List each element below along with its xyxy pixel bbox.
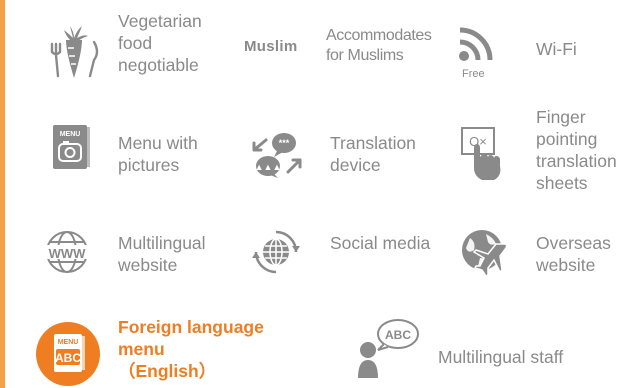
feature-multilingual-staff: ABC Multilingual staff [352, 312, 628, 388]
camera-menu-icon: MENU [52, 124, 90, 170]
abc-menu-icon: MENU ABC [36, 322, 100, 386]
feature-muslim: Muslim Accommodates for Muslims [244, 8, 444, 98]
svg-text:▲▲▲: ▲▲▲ [255, 162, 282, 172]
wifi-icon [456, 24, 496, 64]
feature-wifi: Free Wi-Fi [456, 8, 626, 98]
feature-label: Multilingual staff [438, 347, 564, 367]
feature-multilingual-website: WWW Multilingual website [40, 226, 240, 296]
feature-social-media: Social media [244, 226, 444, 296]
feature-label: Translation device [330, 133, 416, 175]
muslim-text-icon: Muslim [244, 38, 297, 55]
feature-label: Overseas website [536, 233, 611, 275]
translation-chat-icon: *** ▲▲▲ [250, 132, 306, 178]
feature-vegetarian: Vegetarian food negotiable [40, 8, 230, 98]
staff-icon-text: ABC [385, 328, 411, 342]
foreign-menu-label: Foreign language menu [118, 317, 264, 359]
svg-text:***: *** [279, 138, 290, 148]
feature-label-active: Foreign language menu （English） [118, 316, 268, 382]
feature-label: Vegetarian food negotiable [118, 11, 202, 75]
feature-label: Multilingual website [118, 233, 206, 275]
feature-label: Wi-Fi [536, 39, 577, 59]
www-icon-text: WWW [49, 246, 87, 261]
menu-icon-text: MENU [60, 131, 81, 138]
muslim-icon-text: Muslim [244, 38, 298, 55]
feature-overseas-website: Overseas website [456, 226, 628, 296]
foreign-menu-sublabel: （English） [118, 361, 217, 381]
plane-globe-icon [460, 228, 508, 278]
abc-menu-bottom-text: ABC [55, 351, 81, 365]
feature-label: Social media [330, 233, 431, 253]
feature-label: Menu with pictures [118, 133, 198, 175]
accent-bar [0, 0, 5, 388]
staff-speech-icon: ABC [356, 318, 420, 378]
feature-label: Finger pointing translation sheets [536, 107, 617, 193]
abc-menu-top-text: MENU [58, 339, 79, 346]
www-globe-icon: WWW [42, 230, 92, 274]
pointing-hand-icon: O× [460, 126, 506, 184]
feature-translation-device: *** ▲▲▲ Translation device [244, 120, 444, 210]
social-globe-icon [252, 228, 300, 276]
wifi-free-text: Free [462, 68, 485, 80]
feature-picture-menu: MENU Menu with pictures [40, 120, 240, 210]
feature-pointing-sheets: O× Finger pointing translation sheets [456, 107, 628, 220]
feature-label: Accommodates for Muslims [326, 27, 432, 64]
feature-foreign-menu: MENU ABC Foreign language menu （English） [36, 312, 266, 388]
carrot-utensils-icon [44, 22, 104, 80]
